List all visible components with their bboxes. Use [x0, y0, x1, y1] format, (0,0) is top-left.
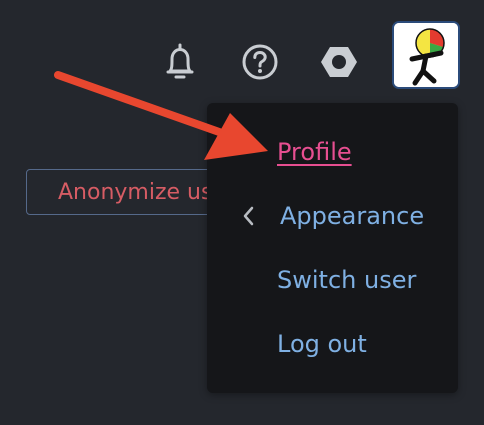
chevron-left-icon[interactable]: [241, 205, 257, 227]
bell-icon[interactable]: [160, 42, 200, 82]
menu-item-log-out[interactable]: Log out: [277, 324, 367, 364]
menu-item-switch-user[interactable]: Switch user: [277, 260, 416, 300]
menu-item-profile[interactable]: Profile: [277, 132, 352, 172]
hexagon-settings-icon[interactable]: [319, 42, 359, 82]
avatar-image: [394, 23, 458, 87]
user-dropdown-menu: Profile Appearance Switch user Log out: [207, 103, 458, 393]
user-avatar[interactable]: [392, 21, 460, 89]
question-circle-icon[interactable]: [240, 42, 280, 82]
screen: Anonymize us Profile Appearance Switch u…: [0, 0, 484, 425]
menu-item-appearance[interactable]: Appearance: [280, 196, 424, 236]
